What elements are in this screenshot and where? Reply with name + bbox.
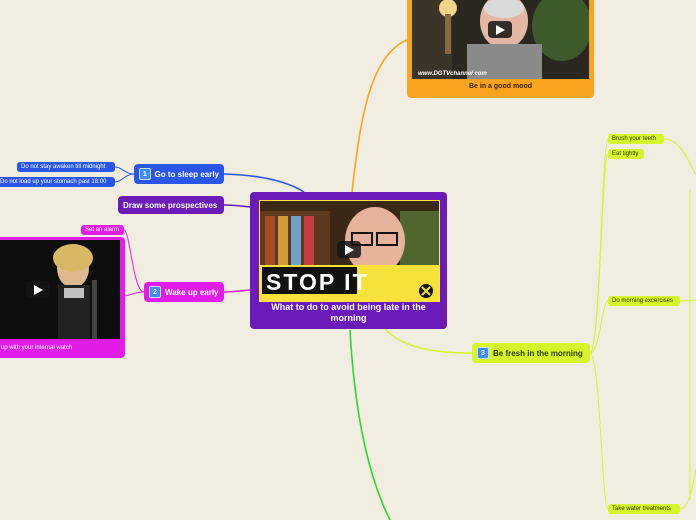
fresh-child-water[interactable]: Take water treatments	[608, 504, 680, 514]
mood-node[interactable]: www.DGTVchannel.com Be in a good mood	[407, 0, 594, 98]
wake-video[interactable]	[0, 240, 120, 339]
mood-video-url: www.DGTVchannel.com	[418, 71, 487, 77]
sleep-child-stomach[interactable]: Do not load up your stomach past 18:00	[0, 177, 115, 187]
wake-watch-caption: up with your internal watch	[1, 345, 73, 351]
central-video-text: STOP IT	[266, 269, 369, 295]
mood-label: Be in a good mood	[469, 83, 532, 90]
mood-video[interactable]: www.DGTVchannel.com	[412, 0, 589, 79]
sleep-node[interactable]: 1 Go to sleep early	[134, 164, 224, 184]
fresh-node[interactable]: 3 Be fresh in the morning	[472, 343, 590, 363]
number-badge: 3	[477, 347, 489, 359]
mood-video-thumbnail: www.DGTVchannel.com	[412, 0, 589, 79]
wake-child-alarm[interactable]: Set an alarm	[81, 225, 124, 235]
fresh-child-eat[interactable]: Eat tightly	[608, 149, 644, 159]
number-badge: 1	[139, 168, 151, 180]
wake-watch-node[interactable]: up with your internal watch	[0, 237, 125, 358]
central-video[interactable]: STOP IT	[259, 200, 440, 302]
wake-label: Wake up early	[165, 287, 219, 297]
fresh-label: Be fresh in the morning	[493, 348, 583, 358]
play-icon	[344, 244, 354, 255]
wake-video-thumbnail	[0, 240, 120, 339]
play-icon	[495, 24, 505, 35]
prospectives-node[interactable]: Draw some prospectives	[118, 196, 224, 214]
central-title: What to do to avoid being late in the mo…	[271, 302, 426, 323]
play-icon	[33, 284, 43, 295]
sleep-label: Go to sleep early	[154, 169, 219, 179]
central-node[interactable]: STOP IT What to do to avoid being late i…	[250, 192, 447, 329]
fresh-child-exercises[interactable]: Do morning excercises	[608, 296, 680, 306]
mood-play-button[interactable]	[488, 21, 512, 38]
number-badge: 2	[149, 286, 161, 298]
sleep-child-midnight[interactable]: Do not stay awaken till midnight	[17, 162, 115, 172]
wake-play-button[interactable]	[26, 281, 50, 298]
fresh-child-teeth[interactable]: Brush your teeth	[608, 134, 664, 144]
central-play-button[interactable]	[337, 241, 361, 258]
wake-node[interactable]: 2 Wake up early	[144, 282, 224, 302]
